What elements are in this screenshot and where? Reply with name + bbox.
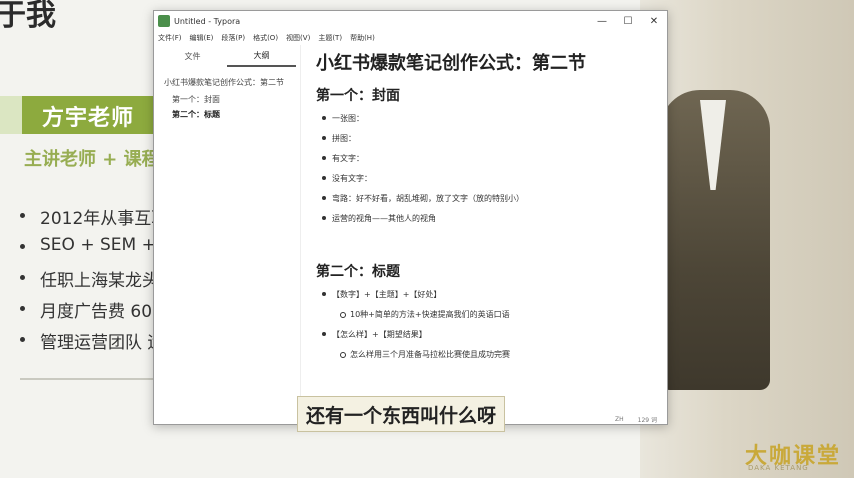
minimize-button[interactable]: — (589, 11, 615, 31)
menu-bar: 文件(F) 编辑(E) 段落(P) 格式(O) 视图(V) 主题(T) 帮助(H… (154, 31, 667, 45)
video-caption: 还有一个东西叫什么呀 (297, 396, 506, 432)
status-word-count[interactable]: 129 词 (638, 415, 657, 424)
slide-bullet: SEO + SEM + (20, 235, 168, 266)
title-bar[interactable]: Untitled - Typora — ☐ ✕ (154, 11, 667, 31)
tab-files[interactable]: 文件 (158, 45, 227, 67)
outline-item-headline[interactable]: 第二个：标题 (164, 109, 294, 120)
slide-bullet: 2012年从事互联 (20, 204, 168, 235)
menu-edit[interactable]: 编辑(E) (190, 33, 214, 43)
list-item: 一张图： (322, 113, 658, 133)
menu-view[interactable]: 视图(V) (286, 33, 310, 43)
maximize-button[interactable]: ☐ (615, 11, 641, 31)
list-item: 运营的视角——其他人的视角 (322, 213, 658, 233)
headline-list: 【怎么样】+【期望结果】 (316, 329, 658, 349)
outline-item-title[interactable]: 小红书爆款笔记创作公式：第二节 (164, 77, 294, 88)
slide-divider (20, 378, 160, 380)
close-button[interactable]: ✕ (641, 11, 667, 31)
document-title: 小红书爆款笔记创作公式：第二节 (316, 53, 586, 74)
list-item: 【数字】+【主题】+【好处】 (322, 289, 658, 309)
badge-accent (0, 96, 22, 134)
headline-list: 【数字】+【主题】+【好处】 (316, 289, 658, 309)
sidebar: 文件 大纲 小红书爆款笔记创作公式：第二节 第一个：封面 第二个：标题 (154, 45, 301, 412)
section-heading-headline: 第二个：标题 (316, 264, 400, 280)
list-item: 【怎么样】+【期望结果】 (322, 329, 658, 349)
brand-watermark-sub: DAKA KETANG (748, 464, 809, 472)
typora-app-icon (158, 15, 170, 27)
window-title: Untitled - Typora (174, 16, 241, 26)
headline-sublist: 10种+简单的方法+快速提高我们的英语口语 (316, 309, 658, 329)
list-item: 有文字： (322, 153, 658, 173)
tab-outline[interactable]: 大纲 (227, 45, 296, 67)
cover-list: 一张图： 拼图： 有文字： 没有文字： 弯路：好不好看，胡乱堆砌，放了文字（放的… (316, 113, 658, 233)
slide-bullet-list: 2012年从事互联 SEO + SEM + 任职上海某龙头 月度广告费 600 … (20, 204, 168, 359)
menu-format[interactable]: 格式(O) (253, 33, 278, 43)
menu-themes[interactable]: 主题(T) (318, 33, 342, 43)
menu-paragraph[interactable]: 段落(P) (221, 33, 245, 43)
outline-list: 小红书爆款笔记创作公式：第二节 第一个：封面 第二个：标题 (154, 67, 300, 120)
editor-pane[interactable]: 小红书爆款笔记创作公式：第二节 第一个：封面 一张图： 拼图： 有文字： 没有文… (302, 45, 667, 412)
status-language[interactable]: ZH (615, 416, 624, 423)
list-item: 弯路：好不好看，胡乱堆砌，放了文字（放的特别小） (322, 193, 658, 213)
slide-bullet: 管理运营团队 运 (20, 328, 168, 359)
presenter-name-badge: 方宇老师 (22, 96, 172, 134)
list-item: 拼图： (322, 133, 658, 153)
presenter-subtitle: 主讲老师 + 课程 (24, 149, 160, 170)
slide-bullet: 月度广告费 600 (20, 297, 168, 328)
sublist-item: 怎么样用三个月准备马拉松比赛使且成功完赛 (340, 349, 658, 369)
outline-item-cover[interactable]: 第一个：封面 (164, 94, 294, 105)
slide-bullet: 任职上海某龙头 (20, 266, 168, 297)
list-item: 没有文字： (322, 173, 658, 193)
headline-sublist: 怎么样用三个月准备马拉松比赛使且成功完赛 (316, 349, 658, 369)
sublist-item: 10种+简单的方法+快速提高我们的英语口语 (340, 309, 658, 329)
sidebar-tabs: 文件 大纲 (158, 45, 296, 67)
slide-heading: 于我 (0, 0, 56, 33)
typora-window: Untitled - Typora — ☐ ✕ 文件(F) 编辑(E) 段落(P… (153, 10, 668, 425)
section-heading-cover: 第一个：封面 (316, 88, 400, 104)
menu-help[interactable]: 帮助(H) (350, 33, 375, 43)
menu-file[interactable]: 文件(F) (158, 33, 182, 43)
